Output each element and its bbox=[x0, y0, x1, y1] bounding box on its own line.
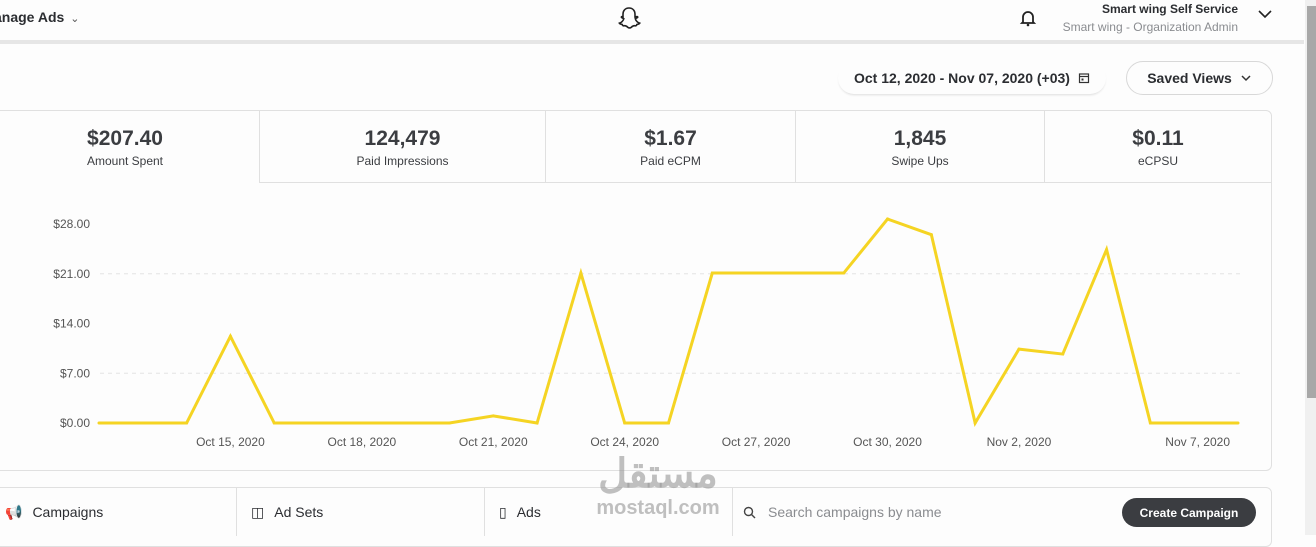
data-point bbox=[798, 271, 802, 275]
metric-value: $207.40 bbox=[87, 127, 163, 150]
metric-value: 1,845 bbox=[893, 127, 947, 150]
tab-label: Ads bbox=[516, 504, 541, 520]
y-tick-label: $14.00 bbox=[53, 317, 90, 331]
data-point bbox=[623, 421, 627, 425]
data-point bbox=[1192, 421, 1196, 425]
x-tick-label: Nov 7, 2020 bbox=[1165, 435, 1230, 449]
create-campaign-button[interactable]: Create Campaign bbox=[1122, 498, 1256, 527]
data-point bbox=[228, 334, 232, 338]
data-point bbox=[272, 421, 276, 425]
x-tick-label: Oct 15, 2020 bbox=[196, 435, 265, 449]
y-tick-label: $7.00 bbox=[60, 366, 90, 380]
date-range-text: Oct 12, 2020 - Nov 07, 2020 (+03) bbox=[854, 70, 1070, 86]
chevron-down-icon: ⌄ bbox=[70, 13, 80, 25]
search-icon bbox=[743, 506, 756, 518]
metric-label: eCPSU bbox=[1137, 154, 1178, 168]
chevron-down-icon bbox=[1241, 75, 1251, 82]
metric-value: $1.67 bbox=[644, 127, 697, 150]
tab-label: Ad Sets bbox=[274, 504, 324, 520]
data-point bbox=[1148, 421, 1152, 425]
x-tick-label: Oct 27, 2020 bbox=[722, 435, 791, 449]
data-point bbox=[973, 421, 977, 425]
data-point bbox=[710, 271, 714, 275]
data-point bbox=[360, 421, 364, 425]
metric-label: Swipe Ups bbox=[891, 154, 949, 168]
metric-amount-spent[interactable]: $207.40 Amount Spent bbox=[0, 111, 260, 183]
entity-tabs-bar: 📢 Campaigns ◫ Ad Sets ▯ Ads Search campaign… bbox=[0, 487, 1272, 547]
data-point bbox=[141, 421, 145, 425]
ad-set-icon: ◫ bbox=[251, 503, 265, 520]
top-bar: anage Ads ⌄ Smart wing Self Service Smart… bbox=[0, 0, 1304, 44]
metric-tabs: $207.40 Amount Spent 124,479 Paid Impressi… bbox=[0, 111, 1271, 183]
account-name: Smart wing Self Service bbox=[1101, 2, 1238, 16]
x-tick-label: Oct 18, 2020 bbox=[327, 435, 396, 449]
x-tick-label: Oct 24, 2020 bbox=[590, 435, 659, 449]
metric-ecpsu[interactable]: $0.11 eCPSU bbox=[1045, 111, 1271, 183]
data-point bbox=[1105, 248, 1109, 252]
x-tick-label: Oct 30, 2020 bbox=[853, 435, 922, 449]
scrollbar[interactable] bbox=[1305, 0, 1316, 535]
data-point bbox=[316, 421, 320, 425]
account-switcher[interactable]: Smart wing Self Service Smart wing - Org… bbox=[1063, 2, 1238, 34]
metric-swipe-ups[interactable]: 1,845 Swipe Ups bbox=[796, 111, 1045, 183]
metric-label: Amount Spent bbox=[86, 154, 164, 168]
snapchat-ghost-icon[interactable] bbox=[617, 6, 641, 32]
calendar-icon bbox=[1078, 73, 1090, 84]
tab-ads[interactable]: ▯ Ads bbox=[485, 488, 733, 536]
data-point bbox=[185, 421, 189, 425]
data-point bbox=[1236, 421, 1240, 425]
data-point bbox=[535, 421, 539, 425]
metric-paid-impressions[interactable]: 124,479 Paid Impressions bbox=[260, 111, 546, 183]
data-point bbox=[886, 217, 890, 221]
metric-paid-ecpm[interactable]: $1.67 Paid eCPM bbox=[546, 111, 796, 183]
tab-ad-sets[interactable]: ◫ Ad Sets bbox=[237, 488, 485, 536]
y-tick-label: $28.00 bbox=[53, 217, 90, 231]
metric-value: $0.11 bbox=[1132, 127, 1184, 150]
data-point bbox=[1061, 352, 1065, 356]
app-name: anage Ads bbox=[0, 9, 65, 25]
saved-views-label: Saved Views bbox=[1147, 70, 1232, 86]
data-point bbox=[491, 414, 495, 418]
account-role: Smart wing - Organization Admin bbox=[1062, 20, 1238, 34]
phone-icon: ▯ bbox=[499, 503, 507, 520]
y-tick-label: $0.00 bbox=[60, 416, 90, 430]
data-point bbox=[1017, 347, 1021, 351]
tab-label: Campaigns bbox=[32, 504, 104, 520]
saved-views-button[interactable]: Saved Views bbox=[1126, 61, 1273, 95]
y-tick-label: $21.00 bbox=[53, 267, 90, 281]
app-menu[interactable]: anage Ads ⌄ bbox=[0, 9, 80, 25]
data-point bbox=[754, 271, 758, 275]
chevron-down-icon[interactable] bbox=[1257, 8, 1273, 20]
data-point bbox=[447, 421, 451, 425]
search-input[interactable]: Search campaigns by name bbox=[768, 504, 942, 520]
data-point bbox=[579, 271, 583, 275]
series-line bbox=[99, 217, 1238, 427]
metric-label: Paid Impressions bbox=[356, 154, 449, 168]
tab-campaigns[interactable]: 📢 Campaigns bbox=[0, 488, 237, 536]
data-point bbox=[929, 233, 933, 237]
x-tick-label: Nov 2, 2020 bbox=[987, 435, 1052, 449]
scrollbar-thumb[interactable] bbox=[1307, 6, 1316, 398]
data-point bbox=[667, 421, 670, 425]
date-range-picker[interactable]: Oct 12, 2020 - Nov 07, 2020 (+03) bbox=[838, 62, 1106, 94]
x-tick-label: Oct 21, 2020 bbox=[459, 435, 528, 449]
data-point bbox=[97, 421, 101, 425]
megaphone-icon: 📢 bbox=[5, 503, 23, 520]
bell-icon[interactable] bbox=[1019, 9, 1037, 27]
metric-label: Paid eCPM bbox=[640, 154, 701, 168]
amount-spent-line-chart: $0.00 $7.00 $14.00 $21.00 $28.00 Oct 15, 2020… bbox=[53, 217, 1240, 449]
data-point bbox=[842, 271, 846, 275]
data-point bbox=[404, 421, 408, 425]
metric-value: 124,479 bbox=[364, 127, 441, 150]
